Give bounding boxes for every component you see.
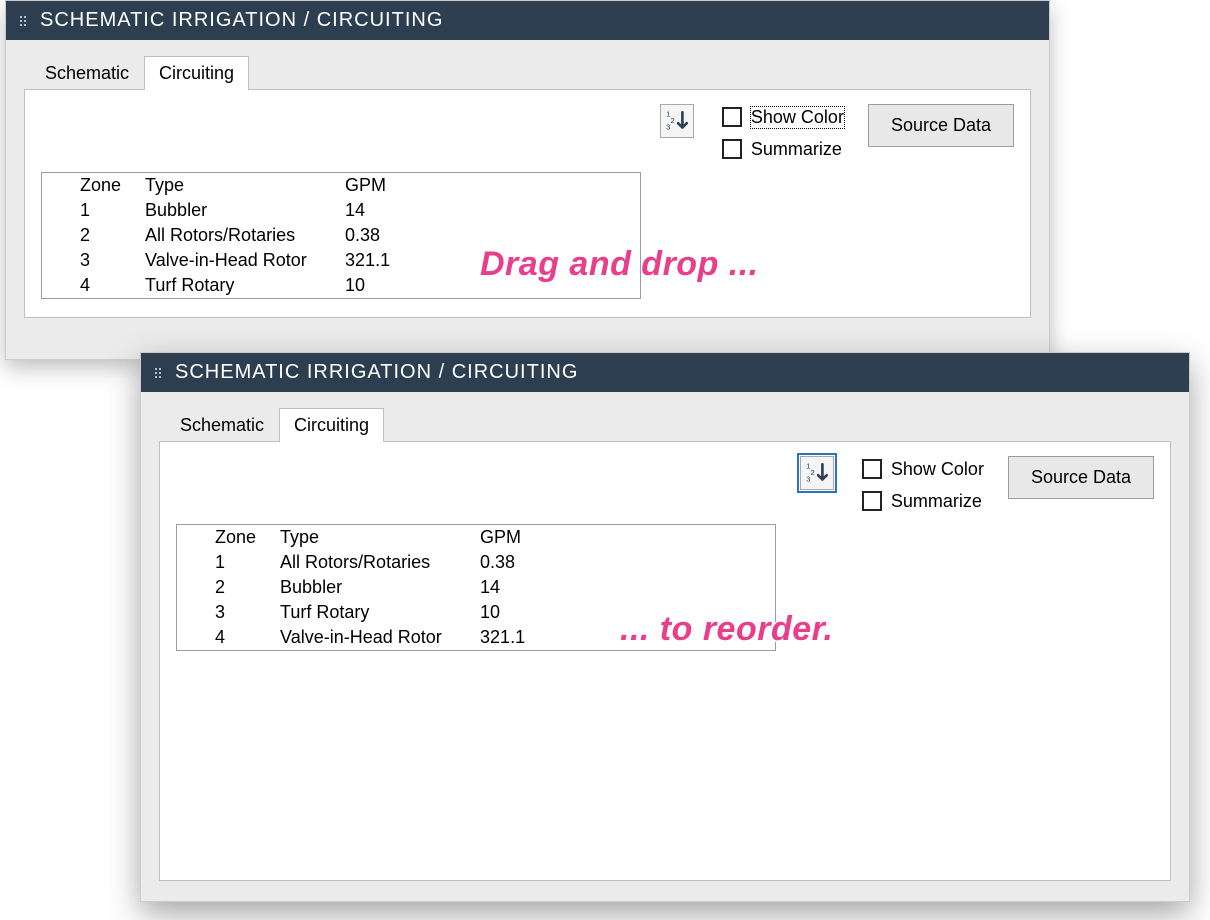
col-type: Type [268, 525, 468, 551]
panel-before: SCHEMATIC IRRIGATION / CIRCUITING Schema… [5, 0, 1050, 360]
cell-gpm: 0.38 [333, 223, 413, 248]
panel-title: SCHEMATIC IRRIGATION / CIRCUITING [40, 9, 443, 32]
sort-numeric-icon: 1 2 3 [804, 460, 830, 486]
drag-grip-icon [155, 368, 161, 378]
show-color-label: Show Color [891, 459, 984, 480]
tab-circuiting[interactable]: Circuiting [279, 408, 384, 442]
tab-schematic[interactable]: Schematic [30, 56, 144, 90]
titlebar[interactable]: SCHEMATIC IRRIGATION / CIRCUITING [6, 1, 1049, 40]
cell-type: Turf Rotary [133, 273, 333, 299]
svg-text:2: 2 [670, 116, 674, 125]
cell-gpm: 10 [468, 600, 548, 625]
show-color-label: Show Color [751, 107, 844, 128]
summarize-checkbox[interactable]: Summarize [718, 136, 844, 162]
panel-title: SCHEMATIC IRRIGATION / CIRCUITING [175, 361, 578, 384]
cell-gpm: 321.1 [333, 248, 413, 273]
sort-numeric-icon: 1 2 3 [664, 108, 690, 134]
tabs: Schematic Circuiting [30, 56, 1031, 90]
col-gpm: GPM [468, 525, 548, 551]
source-data-button[interactable]: Source Data [868, 104, 1014, 147]
tab-content: 1 2 3 Show Color Summarize [24, 89, 1031, 318]
table-row[interactable]: 1Bubbler14 [42, 198, 641, 223]
table-row[interactable]: 2Bubbler14 [177, 575, 776, 600]
show-color-input[interactable] [862, 459, 882, 479]
table-row[interactable]: 3Valve-in-Head Rotor321.1 [42, 248, 641, 273]
col-zone: Zone [42, 173, 134, 199]
cell-type: All Rotors/Rotaries [268, 550, 468, 575]
svg-text:2: 2 [810, 468, 814, 477]
cell-type: Valve-in-Head Rotor [268, 625, 468, 651]
table-row[interactable]: 4Valve-in-Head Rotor321.1 [177, 625, 776, 651]
cell-type: Turf Rotary [268, 600, 468, 625]
tabs: Schematic Circuiting [165, 408, 1171, 442]
tab-circuiting[interactable]: Circuiting [144, 56, 249, 90]
summarize-input[interactable] [862, 491, 882, 511]
cell-gpm: 10 [333, 273, 413, 299]
col-zone: Zone [177, 525, 269, 551]
cell-zone: 2 [177, 575, 269, 600]
cell-zone: 4 [42, 273, 134, 299]
cell-gpm: 14 [468, 575, 548, 600]
cell-gpm: 321.1 [468, 625, 548, 651]
svg-text:3: 3 [806, 475, 810, 484]
cell-type: Valve-in-Head Rotor [133, 248, 333, 273]
cell-zone: 2 [42, 223, 134, 248]
source-data-button[interactable]: Source Data [1008, 456, 1154, 499]
tab-schematic[interactable]: Schematic [165, 408, 279, 442]
reorder-button[interactable]: 1 2 3 [660, 104, 694, 138]
table-row[interactable]: 1All Rotors/Rotaries0.38 [177, 550, 776, 575]
cell-zone: 3 [42, 248, 134, 273]
cell-type: Bubbler [268, 575, 468, 600]
summarize-label: Summarize [751, 139, 842, 160]
show-color-checkbox[interactable]: Show Color [718, 104, 844, 130]
titlebar[interactable]: SCHEMATIC IRRIGATION / CIRCUITING [141, 353, 1189, 392]
show-color-checkbox[interactable]: Show Color [858, 456, 984, 482]
summarize-checkbox[interactable]: Summarize [858, 488, 984, 514]
cell-zone: 4 [177, 625, 269, 651]
cell-gpm: 0.38 [468, 550, 548, 575]
zone-table[interactable]: Zone Type GPM 1All Rotors/Rotaries0.382B… [176, 524, 776, 651]
table-row[interactable]: 3Turf Rotary10 [177, 600, 776, 625]
cell-zone: 1 [42, 198, 134, 223]
summarize-label: Summarize [891, 491, 982, 512]
cell-zone: 1 [177, 550, 269, 575]
cell-type: All Rotors/Rotaries [133, 223, 333, 248]
drag-grip-icon [20, 16, 26, 26]
svg-text:3: 3 [666, 123, 670, 132]
col-gpm: GPM [333, 173, 413, 199]
show-color-input[interactable] [722, 107, 742, 127]
col-type: Type [133, 173, 333, 199]
cell-gpm: 14 [333, 198, 413, 223]
panel-after: SCHEMATIC IRRIGATION / CIRCUITING Schema… [140, 352, 1190, 902]
zone-table[interactable]: Zone Type GPM 1Bubbler142All Rotors/Rota… [41, 172, 641, 299]
summarize-input[interactable] [722, 139, 742, 159]
table-row[interactable]: 4Turf Rotary10 [42, 273, 641, 299]
cell-type: Bubbler [133, 198, 333, 223]
cell-zone: 3 [177, 600, 269, 625]
reorder-button[interactable]: 1 2 3 [800, 456, 834, 490]
table-row[interactable]: 2All Rotors/Rotaries0.38 [42, 223, 641, 248]
tab-content: 1 2 3 Show Color Summarize [159, 441, 1171, 881]
